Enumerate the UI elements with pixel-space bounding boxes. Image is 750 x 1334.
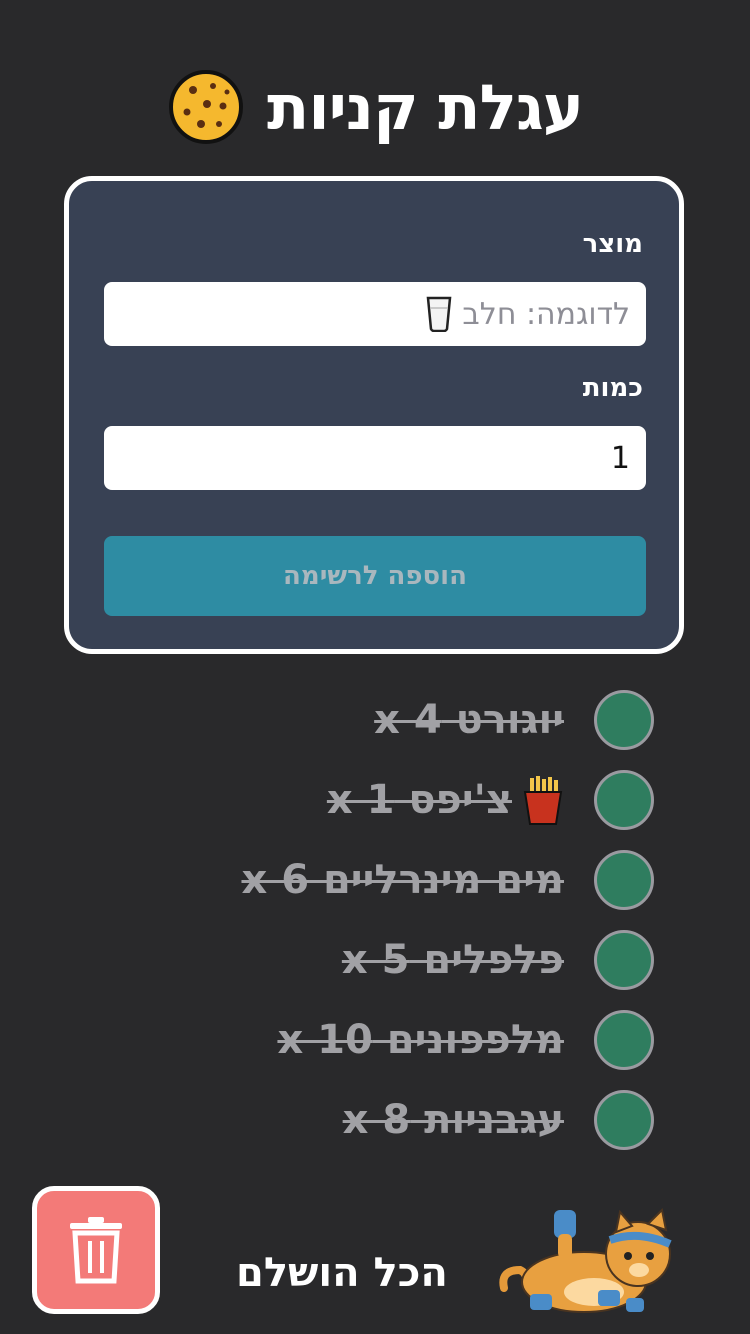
item-text: מלפפונים x 10	[277, 1017, 564, 1063]
cookie-icon	[168, 70, 243, 144]
item-check-toggle[interactable]	[594, 850, 654, 910]
product-label: מוצר	[582, 229, 643, 259]
add-to-list-button[interactable]: הוספה לרשימה	[104, 536, 646, 616]
item-check-toggle[interactable]	[594, 1090, 654, 1150]
product-input[interactable]: לדוגמה: חלב	[104, 282, 646, 346]
item-text: עגבניות x 8	[342, 1097, 564, 1143]
quantity-input[interactable]: 1	[104, 426, 646, 490]
list-item[interactable]: פלפלים x 5	[134, 928, 654, 992]
trash-icon	[70, 1217, 122, 1284]
cat-illustration	[499, 1207, 672, 1313]
item-text: צ'יפס x 1	[326, 777, 512, 823]
page-title: עגלת קניות	[266, 70, 584, 144]
item-check-toggle[interactable]	[594, 690, 654, 750]
app-header: עגלת קניות	[0, 62, 750, 152]
list-item[interactable]: מלפפונים x 10	[134, 1008, 654, 1072]
item-check-toggle[interactable]	[594, 770, 654, 830]
add-item-form: מוצר לדוגמה: חלב כמות 1 הוספה לרשימה	[64, 176, 684, 654]
item-text: מים מינרליים x 6	[241, 857, 564, 903]
item-check-toggle[interactable]	[594, 930, 654, 990]
item-text: פלפלים x 5	[341, 937, 564, 983]
product-placeholder: לדוגמה: חלב	[462, 296, 630, 332]
list-item[interactable]: יוגורט x 4	[134, 688, 654, 752]
item-text-wrap: צ'יפס x 1	[327, 774, 564, 826]
all-done-text: הכל הושלם	[236, 1250, 448, 1296]
clear-list-button[interactable]	[32, 1186, 160, 1314]
quantity-label: כמות	[582, 373, 643, 403]
quantity-value: 1	[610, 440, 630, 476]
milk-glass-icon	[427, 296, 452, 332]
item-check-toggle[interactable]	[594, 1010, 654, 1070]
list-item[interactable]: מים מינרליים x 6	[134, 848, 654, 912]
item-text: יוגורט x 4	[374, 697, 564, 743]
list-item[interactable]: עגבניות x 8	[134, 1088, 654, 1152]
list-item[interactable]: צ'יפס x 1	[134, 768, 654, 832]
fries-icon	[523, 776, 563, 825]
